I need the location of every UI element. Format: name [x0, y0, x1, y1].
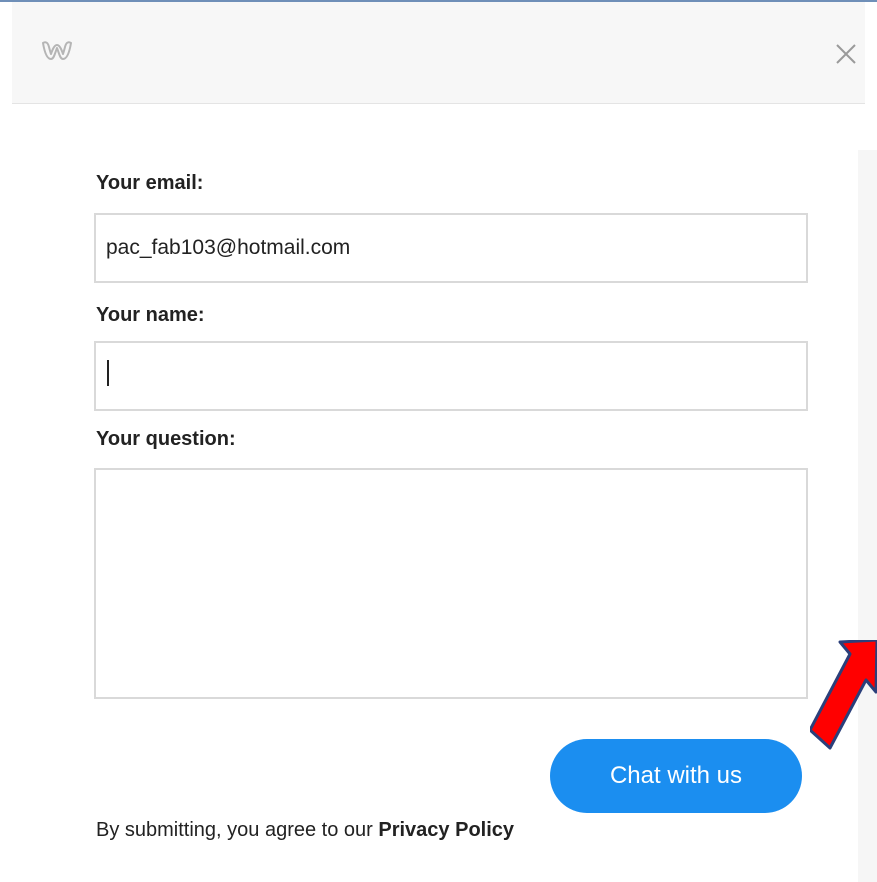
privacy-notice-text: By submitting, you agree to our [96, 819, 379, 841]
chat-with-us-button[interactable]: Chat with us [550, 739, 802, 813]
close-icon[interactable] [834, 42, 858, 66]
question-label: Your question: [96, 428, 236, 450]
weebly-w-icon [42, 41, 72, 60]
name-label: Your name: [96, 304, 205, 326]
question-field[interactable] [94, 468, 808, 699]
scrollbar-track [858, 150, 877, 882]
text-cursor [107, 360, 109, 386]
email-label: Your email: [96, 172, 204, 194]
privacy-policy-link[interactable]: Privacy Policy [378, 819, 514, 841]
chat-header [12, 2, 865, 104]
red-arrow-icon [810, 640, 877, 750]
privacy-notice: By submitting, you agree to our Privacy … [96, 815, 514, 845]
name-field[interactable] [94, 341, 808, 411]
email-field[interactable] [94, 213, 808, 283]
